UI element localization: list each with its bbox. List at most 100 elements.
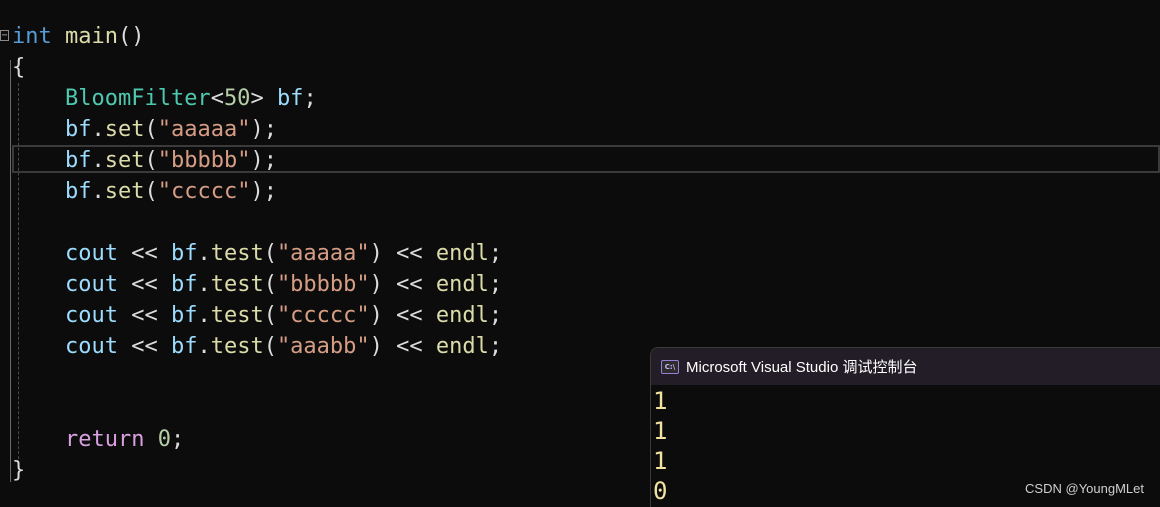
code-token: ; (488, 241, 503, 266)
code-line: bf.set("ccccc"); (12, 176, 277, 207)
code-token: endl (435, 303, 489, 328)
code-line: cout << bf.test("bbbbb") << endl; (12, 269, 502, 300)
code-token: bf (170, 241, 198, 266)
code-token: bf (64, 179, 92, 204)
code-token: . (197, 241, 211, 266)
code-token: ) << (369, 241, 436, 266)
code-line: return 0; (12, 424, 184, 455)
code-token: ) << (369, 334, 436, 359)
code-token: . (91, 179, 105, 204)
code-token: ; (488, 272, 503, 297)
code-token: > (250, 86, 277, 111)
code-token: "aaaaa" (276, 241, 370, 266)
code-token: ; (170, 427, 185, 452)
code-token: ( (263, 241, 277, 266)
code-token: . (91, 117, 105, 142)
brace-match-guide (10, 60, 11, 482)
code-token: cout (64, 272, 118, 297)
code-token: } (12, 458, 26, 483)
code-token: "bbbbb" (276, 272, 370, 297)
code-line: bf.set("aaaaa"); (12, 114, 277, 145)
code-line: BloomFilter<50> bf; (12, 83, 317, 114)
code-token: set (104, 148, 145, 173)
code-token: main (65, 24, 118, 49)
code-token: return (64, 427, 145, 452)
code-token: { (12, 55, 26, 80)
code-token: ); (250, 148, 277, 173)
code-token: cout (64, 334, 118, 359)
console-output-line: 0 (653, 477, 668, 505)
code-token: 0 (157, 427, 171, 452)
code-token: . (197, 303, 211, 328)
code-token: . (197, 272, 211, 297)
code-token: ; (488, 334, 503, 359)
code-token: cout (64, 303, 118, 328)
console-output-line: 1 (653, 447, 668, 475)
console-title-bar[interactable]: C:\ Microsoft Visual Studio 调试控制台 (651, 348, 1160, 385)
code-token: ) << (369, 303, 436, 328)
code-token: ( (263, 303, 277, 328)
code-token: ); (250, 179, 277, 204)
code-token: ( (263, 272, 277, 297)
code-token: test (210, 303, 264, 328)
code-token: << (117, 272, 171, 297)
code-token: int (12, 24, 52, 49)
console-app-icon: C:\ (661, 359, 679, 374)
code-token: ; (488, 303, 503, 328)
console-output-line: 1 (653, 387, 668, 415)
collapse-icon[interactable]: − (0, 30, 9, 41)
code-token: "aaaaa" (157, 117, 251, 142)
code-token: cout (64, 241, 118, 266)
code-token: ( (144, 117, 158, 142)
code-token: () (117, 24, 145, 49)
code-token: endl (435, 241, 489, 266)
code-token: 50 (223, 86, 251, 111)
code-token: . (197, 334, 211, 359)
code-token: set (104, 117, 145, 142)
code-token: BloomFilter (64, 86, 211, 111)
code-token: ( (144, 148, 158, 173)
code-token: bf (64, 148, 92, 173)
console-output: 1 1 1 0 (653, 386, 667, 506)
code-token: test (210, 272, 264, 297)
code-token: ); (250, 117, 277, 142)
code-token: "bbbbb" (157, 148, 251, 173)
code-token: << (117, 334, 171, 359)
code-token: ) << (369, 272, 436, 297)
code-token: endl (435, 334, 489, 359)
code-token: ( (263, 334, 277, 359)
code-token: < (210, 86, 224, 111)
code-line: cout << bf.test("aaabb") << endl; (12, 331, 502, 362)
code-line: cout << bf.test("aaaaa") << endl; (12, 238, 502, 269)
code-token: bf (170, 303, 198, 328)
code-token: "ccccc" (157, 179, 251, 204)
watermark: CSDN @YoungMLet (1025, 481, 1144, 496)
code-line: cout << bf.test("ccccc") << endl; (12, 300, 502, 331)
code-token: test (210, 334, 264, 359)
console-output-line: 1 (653, 417, 668, 445)
console-title: Microsoft Visual Studio 调试控制台 (686, 359, 918, 376)
code-line: { (12, 52, 25, 83)
code-token: ( (144, 179, 158, 204)
code-token: "aaabb" (276, 334, 370, 359)
code-token: bf (276, 86, 304, 111)
code-token: << (117, 303, 171, 328)
code-line: } (12, 455, 25, 486)
code-token: bf (170, 272, 198, 297)
code-token: "ccccc" (276, 303, 370, 328)
code-token: endl (435, 272, 489, 297)
code-token: bf (64, 117, 92, 142)
code-token: ; (303, 86, 317, 111)
code-token: . (91, 148, 105, 173)
code-line: int main() (12, 21, 144, 52)
